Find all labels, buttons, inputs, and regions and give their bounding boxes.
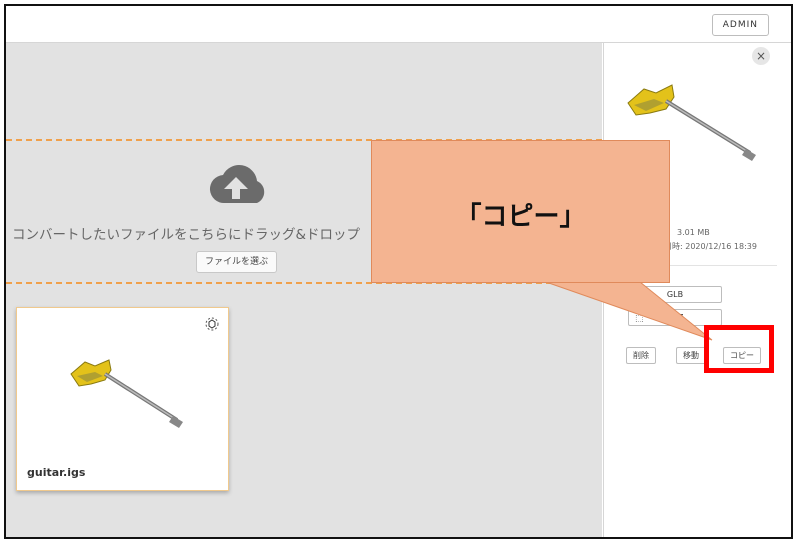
- details-panel: × 3.01 MB 日時: 2020/12/16 18:39 ⬡ GLB ⬚ S…: [603, 43, 778, 537]
- close-button[interactable]: ×: [752, 47, 770, 65]
- move-button[interactable]: 移動: [676, 347, 706, 364]
- cube-icon: ⬡: [635, 291, 643, 301]
- file-size: 3.01 MB: [677, 228, 710, 237]
- copy-highlight-box: [704, 325, 774, 373]
- top-bar: ADMIN: [6, 6, 791, 43]
- glb-format-button[interactable]: ⬡ GLB: [628, 286, 722, 303]
- file-card[interactable]: guitar.igs: [16, 307, 229, 491]
- annotation-callout: 「コピー」: [371, 140, 670, 283]
- guitar-model-thumbnail: [70, 359, 183, 428]
- delete-button[interactable]: 削除: [626, 347, 656, 364]
- usdz-format-button[interactable]: ⬚ SDZ: [628, 309, 722, 326]
- ar-icon: ⬚: [635, 314, 644, 324]
- admin-button[interactable]: ADMIN: [711, 14, 769, 36]
- cloud-upload-icon: [209, 165, 265, 204]
- right-edge-strip: [777, 43, 791, 537]
- main-area: コンバートしたいファイルをこちらにドラッグ&ドロップ ファイルを選ぶ guita…: [6, 43, 602, 537]
- file-date: 日時: 2020/12/16 18:39: [664, 242, 757, 251]
- file-name: guitar.igs: [27, 466, 86, 479]
- select-file-button[interactable]: ファイルを選ぶ: [196, 251, 278, 273]
- glb-label: GLB: [666, 290, 684, 299]
- drop-instruction: コンバートしたいファイルをこちらにドラッグ&ドロップ: [12, 227, 361, 243]
- usdz-label: SDZ: [666, 313, 684, 322]
- 3d-view-icon[interactable]: [204, 316, 220, 332]
- callout-label: 「コピー」: [455, 202, 586, 232]
